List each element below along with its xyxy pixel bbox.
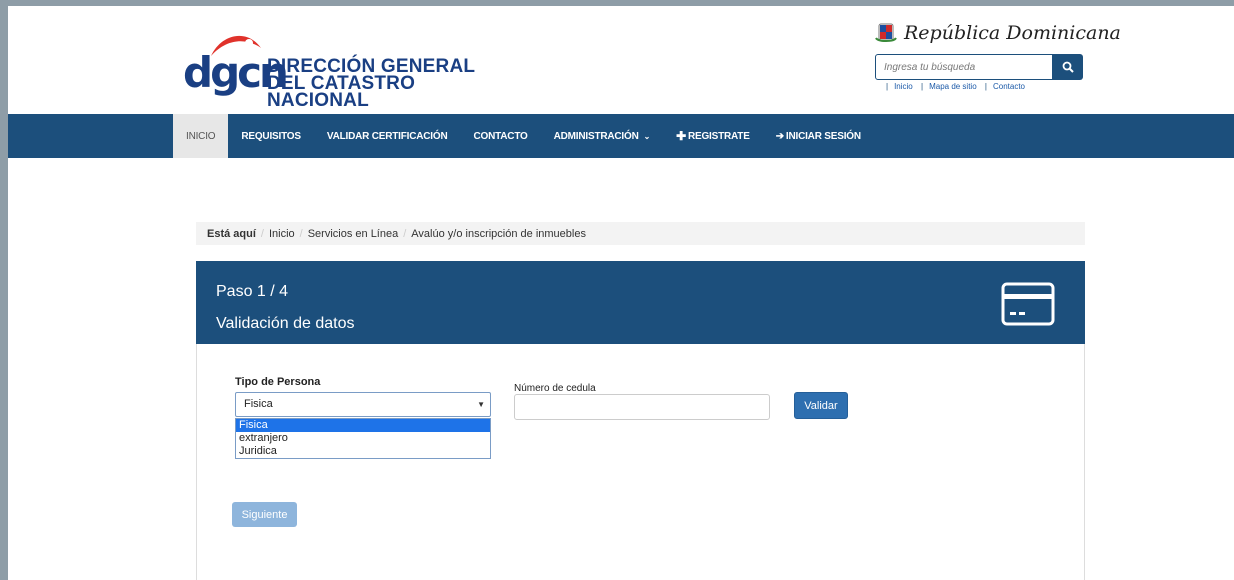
siguiente-button[interactable]: Siguiente xyxy=(232,502,297,527)
nav-item-registrate[interactable]: ✚ REGISTRATE xyxy=(663,114,763,158)
login-icon: ➔ xyxy=(775,130,784,142)
page: dgcn DIRECCIÓN GENERAL DEL CATASTRO NACI… xyxy=(8,6,1234,580)
dropdown-arrow-icon: ▼ xyxy=(477,400,485,409)
panel-title: Validación de datos xyxy=(216,315,355,332)
top-links: | Inicio | Mapa de sitio | Contacto xyxy=(886,82,1026,91)
validar-button[interactable]: Validar xyxy=(794,392,848,419)
option-fisica[interactable]: Fisica xyxy=(236,419,490,432)
option-juridica[interactable]: Juridica xyxy=(236,445,490,458)
breadcrumb-item-servicios[interactable]: Servicios en Línea xyxy=(308,228,399,240)
country-name: República Dominicana xyxy=(904,22,1121,44)
cedula-input[interactable] xyxy=(514,394,770,420)
option-extranjero[interactable]: extranjero xyxy=(236,432,490,445)
nav-item-contacto[interactable]: CONTACTO xyxy=(460,114,540,158)
nav-item-administracion[interactable]: ADMINISTRACIÓN ⌄ xyxy=(541,114,664,158)
nav-item-requisitos[interactable]: REQUISITOS xyxy=(228,114,314,158)
tipo-persona-value: Fisica xyxy=(244,398,273,410)
coat-of-arms-icon xyxy=(875,23,897,42)
form-panel: Paso 1 / 4 Validación de datos Tipo de P… xyxy=(196,261,1085,580)
nav-item-inicio[interactable]: INICIO xyxy=(173,114,229,158)
main-navbar: INICIO REQUISITOS VALIDAR CERTIFICACIÓN … xyxy=(8,114,1234,158)
dgcn-logo[interactable]: dgcn DIRECCIÓN GENERAL DEL CATASTRO NACI… xyxy=(183,30,503,110)
search-button[interactable] xyxy=(1053,54,1083,80)
tipo-persona-select[interactable]: Fisica ▼ xyxy=(235,392,491,417)
country-brand: República Dominicana xyxy=(874,16,1121,52)
chevron-down-icon: ⌄ xyxy=(643,131,651,141)
tipo-persona-label: Tipo de Persona xyxy=(235,376,321,388)
nav-item-iniciar-sesion[interactable]: ➔ INICIAR SESIÓN xyxy=(763,114,874,158)
search-icon xyxy=(1062,61,1074,73)
cedula-label: Número de cedula xyxy=(514,383,596,394)
top-link-contacto[interactable]: Contacto xyxy=(993,82,1025,91)
step-indicator: Paso 1 / 4 xyxy=(216,283,289,300)
tipo-persona-options: Fisica extranjero Juridica xyxy=(235,418,491,459)
logo-text: DIRECCIÓN GENERAL DEL CATASTRO NACIONAL xyxy=(267,57,503,111)
top-link-mapa[interactable]: Mapa de sitio xyxy=(929,82,977,91)
nav-menu: INICIO REQUISITOS VALIDAR CERTIFICACIÓN … xyxy=(173,114,874,158)
panel-header: Paso 1 / 4 Validación de datos xyxy=(196,261,1085,344)
plus-icon: ✚ xyxy=(676,129,686,143)
nav-item-validar-certificacion[interactable]: VALIDAR CERTIFICACIÓN xyxy=(314,114,461,158)
breadcrumb-item-current: Avalúo y/o inscripción de inmuebles xyxy=(411,227,586,240)
search-bar xyxy=(875,54,1083,80)
credit-card-icon xyxy=(1001,282,1055,326)
top-link-inicio[interactable]: Inicio xyxy=(894,82,913,91)
breadcrumb-item-inicio[interactable]: Inicio xyxy=(269,228,295,240)
logo-line-2: DEL CATASTRO NACIONAL xyxy=(267,73,416,111)
search-input[interactable] xyxy=(875,54,1053,80)
breadcrumb-prefix: Está aquí xyxy=(207,227,256,240)
breadcrumb: Está aquí / Inicio / Servicios en Línea … xyxy=(196,222,1085,245)
